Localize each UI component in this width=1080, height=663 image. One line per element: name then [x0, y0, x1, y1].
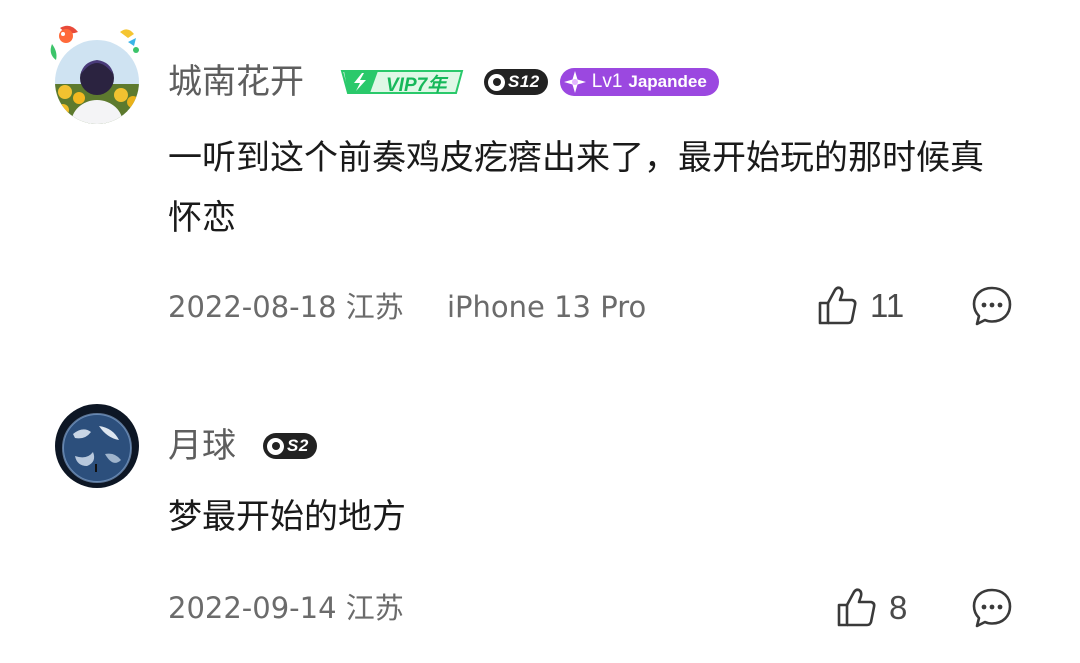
avatar[interactable] — [55, 404, 139, 488]
thumbs-up-icon — [818, 286, 857, 325]
like-count: 11 — [870, 287, 905, 324]
eye-icon — [267, 437, 284, 455]
thumbs-up-icon — [837, 588, 876, 627]
level-label: Lv1 — [591, 71, 623, 92]
username[interactable]: 月球 — [168, 426, 236, 466]
comment-bubble-icon — [972, 588, 1012, 628]
comment-text: 一听到这个前奏鸡皮疙瘩出来了，最开始玩的那时候真怀恋 — [168, 138, 984, 238]
comment-text: 梦最开始的地方 — [168, 497, 406, 537]
like-count: 8 — [889, 589, 908, 626]
reply-button[interactable] — [970, 586, 1014, 634]
avatar[interactable] — [55, 40, 139, 124]
comment-meta: 2022-09-14 江苏 — [168, 590, 404, 626]
comment-bubble-icon — [972, 286, 1012, 326]
comment-location: 江苏 — [345, 290, 404, 324]
badge-row: S2 — [263, 428, 317, 464]
badge-row: VIP7年 S12 Lv1 Japandee — [338, 64, 719, 100]
season-badge[interactable]: S2 — [263, 433, 317, 459]
comment-date: 2022-08-18 — [168, 290, 337, 324]
comment-item: 月球 S2 梦最开始的地方 2022-09-14 江苏 8 — [0, 360, 1080, 663]
vip-label: VIP7年 — [386, 75, 447, 96]
comment-date: 2022-09-14 — [168, 591, 337, 625]
eye-icon — [488, 73, 505, 91]
like-button[interactable]: 8 — [835, 586, 907, 630]
username[interactable]: 城南花开 — [168, 62, 304, 102]
season-label: S12 — [508, 72, 540, 91]
reply-button[interactable] — [970, 284, 1014, 332]
vip-badge[interactable]: VIP7年 — [338, 67, 466, 97]
sparkle-icon — [560, 68, 590, 96]
comment-meta: 2022-08-18 江苏 iPhone 13 Pro — [168, 289, 646, 325]
season-badge[interactable]: S12 — [484, 69, 548, 95]
like-button[interactable]: 11 — [816, 284, 904, 328]
level-name: Japandee — [628, 72, 707, 91]
comment-device: iPhone 13 Pro — [447, 290, 647, 324]
comment-location: 江苏 — [345, 591, 404, 625]
level-badge[interactable]: Lv1 Japandee — [559, 68, 719, 96]
season-label: S2 — [287, 436, 309, 455]
comment-item: 城南花开 VIP7年 S12 Lv1 Japandee 一听到这个前奏鸡皮疙瘩出… — [0, 0, 1080, 360]
